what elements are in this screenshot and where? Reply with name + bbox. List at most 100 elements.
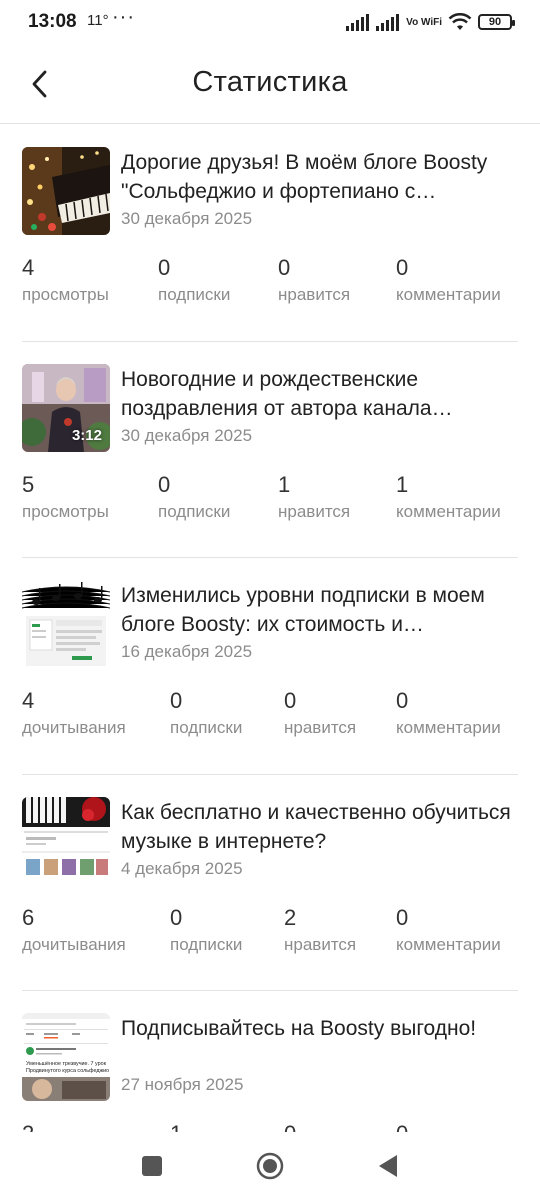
post-title[interactable]: Новогодние и рождественские поздравления… (121, 365, 520, 423)
back-triangle-icon (379, 1155, 397, 1177)
post-title[interactable]: Дорогие друзья! В моём блоге Boosty "Сол… (121, 148, 520, 206)
thumb-caption: Уменьшённое трезвучие. 7 урок (26, 1061, 107, 1067)
stat-value: 0 (284, 688, 297, 713)
stat-subscriptions: 0 подписки (170, 905, 242, 955)
stat-label: просмотры (22, 501, 109, 521)
post-stats-item[interactable]: Изменились уровни подписки в моем блоге … (0, 558, 540, 775)
stat-label: комментарии (396, 285, 501, 304)
stat-label: нравится (284, 934, 357, 954)
stat-label: нравится (284, 718, 357, 737)
stat-label: дочитывания (22, 718, 126, 737)
status-temperature: 11° (87, 12, 109, 29)
nav-back-button[interactable] (370, 1148, 406, 1184)
stat-value: 4 (22, 688, 35, 713)
stat-value: 0 (158, 255, 171, 280)
home-circle-icon (256, 1152, 284, 1180)
stat-value: 0 (170, 688, 183, 713)
status-bar: 13:08 11° ··· Vo WiFi 90 (0, 0, 540, 46)
stat-value: 0 (396, 904, 409, 930)
post-stats-item[interactable]: Уменьшённое трезвучие. 7 урок Продвинуто… (0, 991, 540, 1132)
post-thumbnail-boosty[interactable]: Уменьшённое трезвучие. 7 урок Продвинуто… (22, 1013, 110, 1101)
stat-label: комментарии (396, 718, 501, 737)
stat-value-4: 0 (396, 1121, 408, 1132)
stat-value: 6 (22, 904, 35, 930)
signal-icon (346, 14, 370, 31)
post-stats-list[interactable]: Дорогие друзья! В моём блоге Boosty "Сол… (0, 125, 540, 1132)
stat-value: 1 (396, 471, 409, 497)
post-stats-item[interactable]: Дорогие друзья! В моём блоге Boosty "Сол… (0, 125, 540, 342)
stat-subscriptions: 0 подписки (158, 472, 230, 522)
stat-views: 4 просмотры (22, 255, 109, 305)
post-date: 27 ноября 2025 (121, 1075, 244, 1094)
stat-value: 0 (170, 904, 183, 930)
post-thumbnail-notes[interactable] (22, 580, 110, 668)
stat-value: 2 (22, 1121, 34, 1132)
app-header: Статистика (0, 46, 540, 124)
post-stats-item[interactable]: Как бесплатно и качественно обучиться му… (0, 775, 540, 991)
stat-likes: 1 нравится (278, 472, 350, 522)
battery-icon: 90 (478, 14, 515, 30)
stat-reads: 6 дочитывания (22, 905, 126, 955)
stat-likes: 0 нравится (284, 688, 356, 738)
stat-value-1: 2 (22, 1121, 34, 1132)
signal-icon-2 (376, 14, 400, 31)
status-time: 13:08 (28, 11, 77, 32)
stat-label: комментарии (396, 501, 501, 521)
stat-label: нравится (278, 285, 351, 304)
system-navigation-bar (0, 1132, 540, 1200)
post-stats-item[interactable]: 3:12 Новогодние и рождественские поздрав… (0, 342, 540, 558)
stat-subscriptions: 0 подписки (158, 255, 230, 305)
stat-label: подписки (170, 934, 243, 954)
stat-label: подписки (158, 501, 231, 521)
stat-value: 1 (278, 471, 291, 497)
post-title[interactable]: Изменились уровни подписки в моем блоге … (121, 581, 520, 639)
stat-label: подписки (158, 285, 231, 304)
post-thumbnail-screenshot[interactable] (22, 796, 110, 885)
stat-likes: 2 нравится (284, 905, 356, 955)
stat-value: 1 (170, 1121, 182, 1132)
stat-value: 0 (278, 255, 291, 280)
stat-reads: 4 дочитывания (22, 688, 126, 738)
post-thumbnail-video[interactable]: 3:12 (22, 363, 110, 452)
status-more-dots: ··· (112, 6, 135, 28)
stat-likes: 0 нравится (278, 255, 350, 305)
stat-value-3: 0 (284, 1121, 296, 1132)
stat-value: 0 (396, 688, 409, 713)
stat-value: 0 (158, 471, 171, 497)
stat-comments: 0 комментарии (396, 255, 501, 305)
stat-label: просмотры (22, 285, 109, 304)
page-title: Статистика (192, 66, 348, 98)
stat-comments: 0 комментарии (396, 905, 501, 955)
post-date: 30 декабря 2025 (121, 209, 253, 228)
stat-value: 0 (284, 1121, 296, 1132)
stat-label: дочитывания (22, 934, 126, 954)
stat-value: 0 (396, 255, 409, 280)
stat-value-2: 1 (170, 1121, 182, 1132)
battery-level: 90 (488, 16, 502, 28)
post-title[interactable]: Как бесплатно и качественно обучиться му… (121, 798, 520, 856)
home-button[interactable] (252, 1148, 288, 1184)
stat-views: 5 просмотры (22, 472, 109, 522)
post-date: 16 декабря 2025 (121, 642, 253, 661)
stat-label: подписки (170, 718, 243, 737)
post-title[interactable]: Подписывайтесь на Boosty выгодно! (121, 1014, 520, 1043)
stat-comments: 0 комментарии (396, 688, 501, 738)
wifi-icon (448, 13, 472, 30)
stat-value: 0 (396, 1121, 408, 1132)
status-icons: Vo WiFi 90 (346, 10, 515, 34)
stat-label: комментарии (396, 934, 501, 954)
stat-value: 4 (22, 255, 35, 280)
thumb-caption: Продвинутого курса сольфеджио (26, 1068, 109, 1074)
stat-value: 2 (284, 904, 297, 930)
stat-value: 5 (22, 471, 35, 497)
video-duration: 3:12 (71, 426, 102, 444)
vowifi-label: Vo WiFi (406, 16, 442, 28)
stat-subscriptions: 0 подписки (170, 688, 242, 738)
post-date: 30 декабря 2025 (121, 425, 253, 445)
stat-comments: 1 комментарии (396, 472, 501, 522)
post-date: 4 декабря 2025 (121, 858, 243, 878)
recents-button[interactable] (134, 1148, 170, 1184)
recents-square-icon (142, 1156, 162, 1176)
stat-label: нравится (278, 501, 351, 521)
post-thumbnail-piano[interactable] (22, 147, 110, 235)
